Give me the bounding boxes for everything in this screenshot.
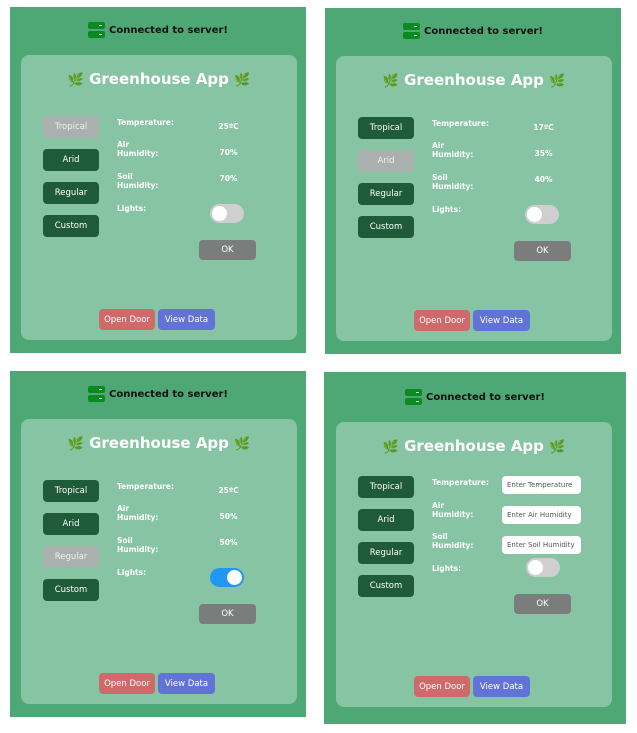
regular-button[interactable]: Regular bbox=[358, 542, 414, 564]
arid-button[interactable]: Arid bbox=[43, 149, 99, 171]
lights-label: Lights: bbox=[117, 568, 147, 577]
air-humidity-label: Air Humidity: bbox=[117, 140, 159, 158]
app-title: 🌿 Greenhouse App 🌿 bbox=[382, 437, 566, 455]
lights-label: Lights: bbox=[432, 205, 462, 214]
regular-button[interactable]: Regular bbox=[43, 546, 99, 568]
soil-humidity-label: Soil Humidity: bbox=[117, 536, 159, 554]
soil-humidity-label: Soil Humidity: bbox=[432, 532, 474, 550]
temperature-input[interactable]: Enter Temperature bbox=[502, 476, 581, 494]
server-icon bbox=[88, 22, 106, 38]
soil-humidity-value: 50% bbox=[219, 538, 238, 547]
connection-status: Connected to server! bbox=[325, 20, 621, 42]
leaf-icon: 🌿 bbox=[67, 437, 84, 452]
temperature-label: Temperature: bbox=[117, 482, 174, 491]
arid-button[interactable]: Arid bbox=[358, 150, 414, 172]
lights-label: Lights: bbox=[432, 564, 462, 573]
regular-button[interactable]: Regular bbox=[43, 182, 99, 204]
arid-button[interactable]: Arid bbox=[43, 513, 99, 535]
connection-status: Connected to server! bbox=[324, 386, 626, 408]
open-door-button[interactable]: Open Door bbox=[414, 676, 470, 697]
soil-humidity-value: 70% bbox=[219, 174, 238, 183]
air-humidity-label: Air Humidity: bbox=[432, 501, 474, 519]
ok-button[interactable]: OK bbox=[199, 240, 256, 260]
soil-humidity-label: Soil Humidity: bbox=[117, 172, 159, 190]
server-icon bbox=[405, 389, 423, 405]
temperature-label: Temperature: bbox=[432, 478, 489, 487]
soil-humidity-label: Soil Humidity: bbox=[432, 173, 474, 191]
air-humidity-input[interactable]: Enter Air Humidity bbox=[502, 506, 581, 524]
leaf-icon: 🌿 bbox=[382, 440, 399, 455]
app-panel-arid: Connected to server! 🌿 Greenhouse App 🌿 … bbox=[325, 8, 621, 354]
open-door-button[interactable]: Open Door bbox=[99, 309, 155, 330]
app-card: 🌿 Greenhouse App 🌿 Tropical Arid Regular… bbox=[21, 419, 297, 704]
app-panel-regular: Connected to server! 🌿 Greenhouse App 🌿 … bbox=[10, 371, 306, 717]
leaf-icon: 🌿 bbox=[67, 73, 84, 88]
arid-button[interactable]: Arid bbox=[358, 509, 414, 531]
server-icon bbox=[88, 386, 106, 402]
connection-text: Connected to server! bbox=[109, 388, 228, 400]
app-title: 🌿 Greenhouse App 🌿 bbox=[67, 70, 251, 88]
connection-text: Connected to server! bbox=[424, 25, 543, 37]
app-card: 🌿 Greenhouse App 🌿 Tropical Arid Regular… bbox=[336, 56, 612, 341]
lights-toggle[interactable] bbox=[525, 205, 559, 224]
air-humidity-label: Air Humidity: bbox=[432, 141, 474, 159]
air-humidity-value: 35% bbox=[534, 149, 553, 158]
connection-status: Connected to server! bbox=[10, 383, 306, 405]
ok-button[interactable]: OK bbox=[514, 594, 571, 614]
connection-status: Connected to server! bbox=[10, 19, 306, 41]
leaf-icon: 🌿 bbox=[549, 74, 566, 89]
custom-button[interactable]: Custom bbox=[43, 579, 99, 601]
app-panel-tropical: Connected to server! 🌿 Greenhouse App 🌿 … bbox=[10, 7, 306, 353]
custom-button[interactable]: Custom bbox=[358, 575, 414, 597]
app-card: 🌿 Greenhouse App 🌿 Tropical Arid Regular… bbox=[336, 422, 612, 707]
connection-text: Connected to server! bbox=[426, 391, 545, 403]
tropical-button[interactable]: Tropical bbox=[358, 117, 414, 139]
open-door-button[interactable]: Open Door bbox=[414, 310, 470, 331]
lights-label: Lights: bbox=[117, 204, 147, 213]
view-data-button[interactable]: View Data bbox=[158, 673, 215, 694]
view-data-button[interactable]: View Data bbox=[473, 676, 530, 697]
air-humidity-label: Air Humidity: bbox=[117, 504, 159, 522]
app-title: 🌿 Greenhouse App 🌿 bbox=[67, 434, 251, 452]
view-data-button[interactable]: View Data bbox=[158, 309, 215, 330]
connection-text: Connected to server! bbox=[109, 24, 228, 36]
regular-button[interactable]: Regular bbox=[358, 183, 414, 205]
lights-toggle[interactable] bbox=[210, 204, 244, 223]
leaf-icon: 🌿 bbox=[549, 440, 566, 455]
tropical-button[interactable]: Tropical bbox=[43, 480, 99, 502]
leaf-icon: 🌿 bbox=[382, 74, 399, 89]
app-panel-custom: Connected to server! 🌿 Greenhouse App 🌿 … bbox=[324, 372, 626, 724]
lights-toggle[interactable] bbox=[210, 568, 244, 587]
temperature-value: 17ºC bbox=[533, 123, 554, 132]
app-title: 🌿 Greenhouse App 🌿 bbox=[382, 71, 566, 89]
temperature-label: Temperature: bbox=[432, 119, 489, 128]
ok-button[interactable]: OK bbox=[199, 604, 256, 624]
server-icon bbox=[403, 23, 421, 39]
soil-humidity-input[interactable]: Enter Soil Humidity bbox=[502, 536, 581, 554]
temperature-value: 25ºC bbox=[218, 122, 239, 131]
air-humidity-value: 70% bbox=[219, 148, 238, 157]
ok-button[interactable]: OK bbox=[514, 241, 571, 261]
custom-button[interactable]: Custom bbox=[358, 216, 414, 238]
air-humidity-value: 50% bbox=[219, 512, 238, 521]
view-data-button[interactable]: View Data bbox=[473, 310, 530, 331]
lights-toggle[interactable] bbox=[526, 558, 560, 577]
custom-button[interactable]: Custom bbox=[43, 215, 99, 237]
open-door-button[interactable]: Open Door bbox=[99, 673, 155, 694]
tropical-button[interactable]: Tropical bbox=[358, 476, 414, 498]
soil-humidity-value: 40% bbox=[534, 175, 553, 184]
temperature-value: 25ºC bbox=[218, 486, 239, 495]
leaf-icon: 🌿 bbox=[234, 73, 251, 88]
temperature-label: Temperature: bbox=[117, 118, 174, 127]
app-card: 🌿 Greenhouse App 🌿 Tropical Arid Regular… bbox=[21, 55, 297, 340]
leaf-icon: 🌿 bbox=[234, 437, 251, 452]
tropical-button[interactable]: Tropical bbox=[43, 116, 99, 138]
